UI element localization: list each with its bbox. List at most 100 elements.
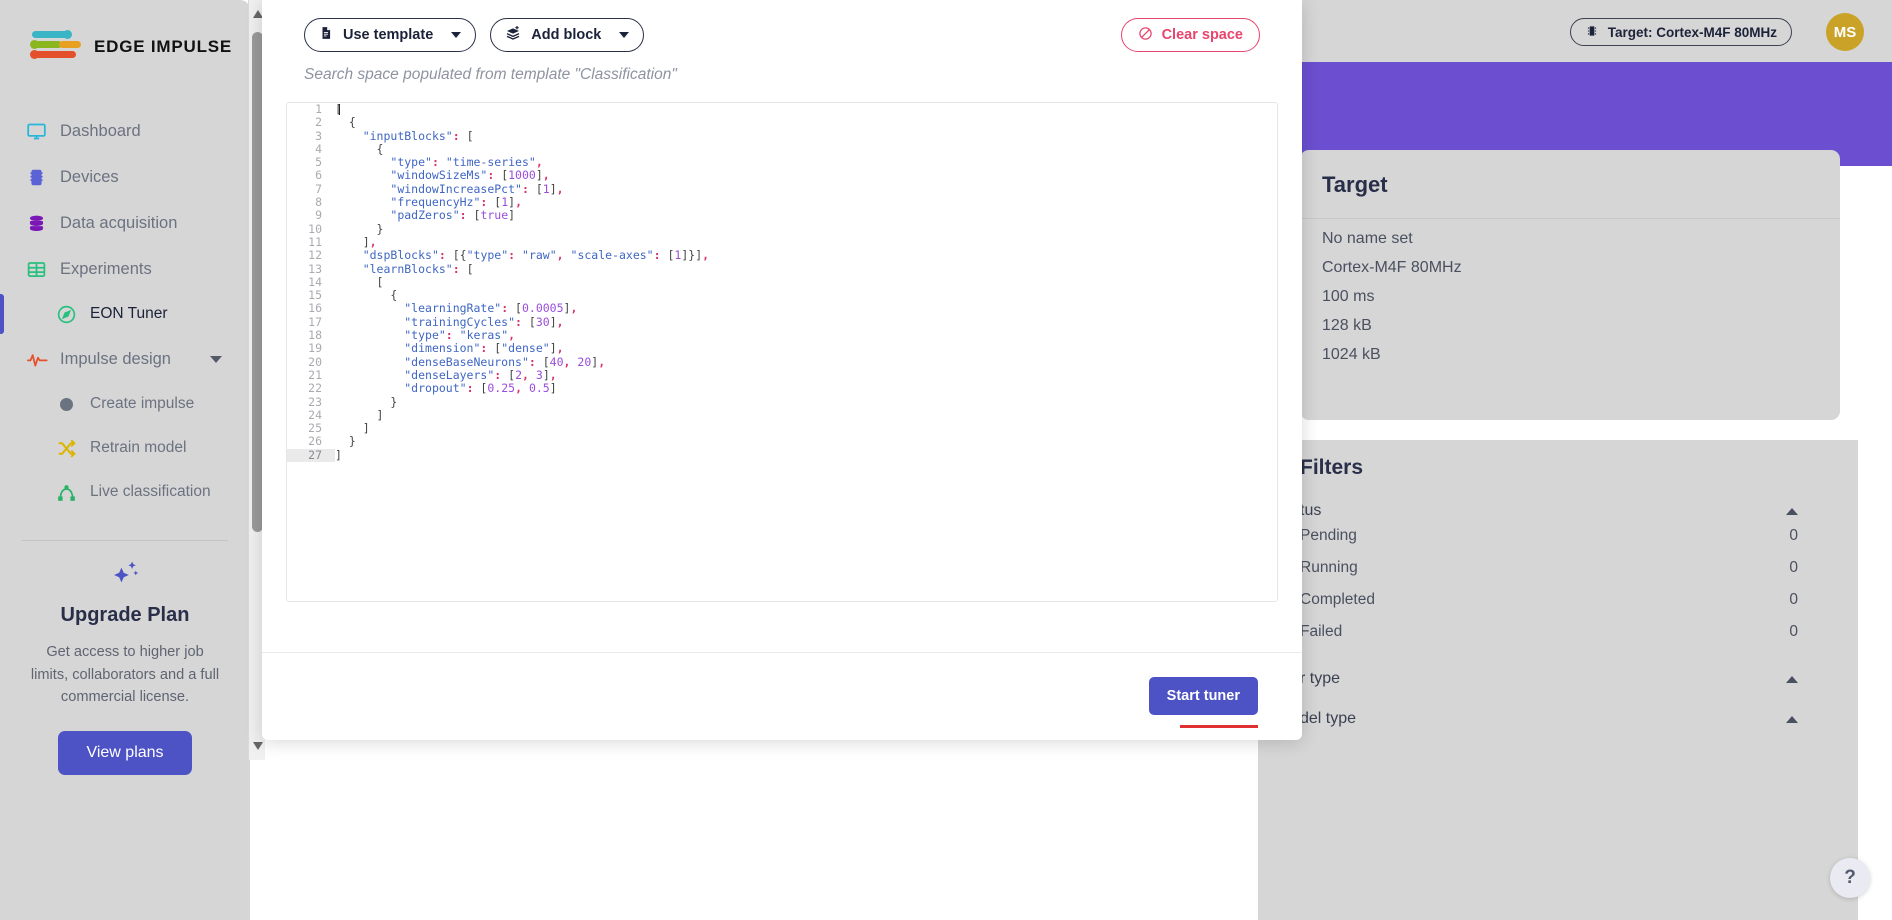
code-text: ] xyxy=(335,447,342,462)
chevron-down-icon[interactable] xyxy=(619,32,630,38)
code-line[interactable]: 20 "denseBaseNeurons": [40, 20], xyxy=(287,355,1277,369)
line-number: 25 xyxy=(308,421,322,436)
code-line[interactable]: 24 ] xyxy=(287,407,1277,422)
use-template-label: Use template xyxy=(343,27,434,43)
sidebar-item-data-acquisition[interactable]: Data acquisition xyxy=(0,200,250,246)
code-line[interactable]: 5 "type": "time-series", xyxy=(287,155,1277,169)
code-text: ] xyxy=(335,407,384,422)
upgrade-title: Upgrade Plan xyxy=(60,604,190,626)
help-button[interactable]: ? xyxy=(1830,858,1870,898)
sidebar-item-label: Live classification xyxy=(90,483,211,500)
brand-name: EDGE IMPULSE xyxy=(94,37,233,56)
layers-plus-icon xyxy=(505,25,521,45)
chip-icon xyxy=(26,167,60,188)
chevron-down-icon[interactable] xyxy=(451,32,462,38)
view-plans-button[interactable]: View plans xyxy=(58,730,192,775)
sidebar-item-eon-tuner[interactable]: EON Tuner xyxy=(0,292,250,336)
chevron-up-icon[interactable] xyxy=(1786,675,1798,683)
filter-group-model-type: del type xyxy=(1258,710,1858,728)
code-text: } xyxy=(335,394,398,409)
code-line[interactable]: 10 } xyxy=(287,222,1277,236)
line-number: 6 xyxy=(315,168,322,183)
sidebar-item-label: Retrain model xyxy=(90,439,187,456)
code-text: ] xyxy=(335,421,370,436)
code-text: "type": "keras", xyxy=(404,328,516,343)
code-line[interactable]: 9 "padZeros": [true] xyxy=(287,208,1277,223)
filter-row[interactable]: Running 0 xyxy=(1258,552,1858,584)
brand-logo[interactable]: EDGE IMPULSE xyxy=(0,0,250,64)
filter-label: Completed xyxy=(1300,591,1375,608)
sidebar-item-create-impulse[interactable]: Create impulse xyxy=(0,382,250,426)
start-tuner-button[interactable]: Start tuner xyxy=(1148,677,1258,715)
code-line[interactable]: 15 { xyxy=(287,288,1277,302)
chevron-up-icon[interactable] xyxy=(1786,715,1798,723)
code-text: "trainingCycles": [30], xyxy=(404,314,564,329)
code-line[interactable]: 7 "windowIncreasePct": [1], xyxy=(287,182,1277,196)
code-line[interactable]: 27] xyxy=(287,447,1277,463)
filter-group-label: del type xyxy=(1300,710,1357,727)
line-number: 26 xyxy=(308,434,322,449)
filter-row[interactable]: Failed 0 xyxy=(1258,616,1858,648)
code-line[interactable]: 11 ], xyxy=(287,234,1277,249)
avatar[interactable]: MS xyxy=(1826,13,1864,51)
sidebar-item-label: Data acquisition xyxy=(60,213,178,232)
use-template-button[interactable]: Use template xyxy=(304,18,477,52)
compass-icon xyxy=(56,304,90,325)
code-line[interactable]: 18 "type": "keras", xyxy=(287,328,1277,343)
code-line[interactable]: 26 } xyxy=(287,434,1277,449)
filters-title: Filters xyxy=(1300,456,1364,479)
code-text: "dropout": [0.25, 0.5] xyxy=(404,381,557,396)
code-line[interactable]: 16 "learningRate": [0.0005], xyxy=(287,301,1277,316)
filter-count: 0 xyxy=(1789,527,1798,544)
code-line[interactable]: 2 { xyxy=(287,115,1277,129)
upgrade-description: Get access to higher job limits, collabo… xyxy=(30,644,220,706)
code-line[interactable]: 25 ] xyxy=(287,421,1277,436)
add-block-button[interactable]: Add block xyxy=(490,18,645,52)
filter-group-header[interactable]: r type xyxy=(1258,670,1858,688)
sidebar-item-experiments[interactable]: Experiments xyxy=(0,246,250,292)
filter-row[interactable]: Pending 0 xyxy=(1258,520,1858,552)
code-line[interactable]: 14 [ xyxy=(287,275,1277,289)
code-line[interactable]: 4 { xyxy=(287,142,1277,156)
filter-group-header[interactable]: del type xyxy=(1258,710,1858,728)
sidebar-item-live-classification[interactable]: Live classification xyxy=(0,470,250,514)
line-number: 22 xyxy=(308,381,322,396)
target-panel-title: Target xyxy=(1322,172,1388,197)
code-text: "learningRate": [0.0005], xyxy=(404,301,578,316)
clear-space-button[interactable]: Clear space xyxy=(1120,18,1260,52)
code-line[interactable]: 21 "denseLayers": [2, 3], xyxy=(287,368,1277,382)
line-number: 9 xyxy=(315,208,322,223)
filter-row[interactable]: Completed 0 xyxy=(1258,584,1858,616)
json-code-editor[interactable]: 1[2 {3 "inputBlocks": [4 {5 "type": "tim… xyxy=(286,102,1278,602)
chevron-up-icon[interactable] xyxy=(1786,507,1798,515)
code-line[interactable]: 6 "windowSizeMs": [1000], xyxy=(287,168,1277,183)
code-line[interactable]: 22 "dropout": [0.25, 0.5] xyxy=(287,381,1277,396)
sidebar-item-devices[interactable]: Devices xyxy=(0,154,250,200)
chevron-down-icon[interactable] xyxy=(210,355,222,363)
code-line[interactable]: 13 "learnBlocks": [ xyxy=(287,262,1277,276)
code-line[interactable]: 3 "inputBlocks": [ xyxy=(287,128,1277,143)
code-line[interactable]: 12 "dspBlocks": [{"type": "raw", "scale-… xyxy=(287,248,1277,262)
sidebar-item-label: Dashboard xyxy=(60,121,141,140)
code-text: ], xyxy=(335,234,377,249)
modal-footer: Start tuner xyxy=(262,652,1302,740)
code-line[interactable]: 17 "trainingCycles": [30], xyxy=(287,314,1277,329)
code-line[interactable]: 1[ xyxy=(287,103,1277,116)
filter-count: 0 xyxy=(1789,623,1798,640)
code-line[interactable]: 19 "dimension": ["dense"], xyxy=(287,342,1277,356)
shuffle-icon xyxy=(56,438,90,459)
sidebar-item-impulse-design[interactable]: Impulse design xyxy=(0,336,250,382)
text-cursor xyxy=(338,104,340,115)
target-selector-button[interactable]: Target: Cortex-M4F 80MHz xyxy=(1569,18,1792,46)
code-text: "inputBlocks": [ xyxy=(362,128,474,143)
scroll-down-arrow-icon[interactable] xyxy=(253,742,263,750)
code-line[interactable]: 23 } xyxy=(287,394,1277,409)
code-text: } xyxy=(335,434,356,449)
add-block-label: Add block xyxy=(531,27,602,43)
dot-icon xyxy=(56,397,90,411)
sidebar-item-dashboard[interactable]: Dashboard xyxy=(0,108,250,154)
filter-group-header[interactable]: tus xyxy=(1258,502,1858,520)
monitor-icon xyxy=(26,121,60,142)
sidebar-item-retrain-model[interactable]: Retrain model xyxy=(0,426,250,470)
code-line[interactable]: 8 "frequencyHz": [1], xyxy=(287,195,1277,209)
